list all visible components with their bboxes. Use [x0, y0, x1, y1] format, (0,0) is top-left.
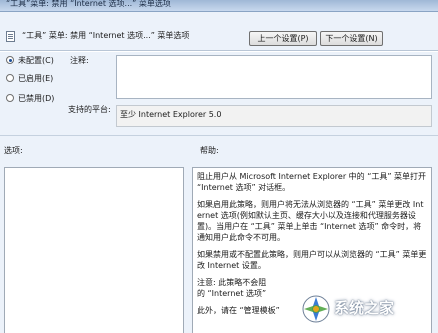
help-label: 帮助:	[200, 146, 219, 155]
options-label: 选项:	[4, 146, 23, 155]
help-paragraph: 如果启用此策略，则用户将无法从浏览器的 “工具” 菜单更改 Internet 选…	[197, 200, 424, 242]
help-paragraph: 阻止用户从 Microsoft Internet Explorer 中的 “工具…	[197, 172, 427, 192]
policy-title: “工具” 菜单: 禁用 “Internet 选项...” 菜单选项	[22, 31, 190, 40]
comment-textarea[interactable]	[116, 55, 432, 99]
next-setting-button[interactable]: 下一个设置(N)	[320, 31, 383, 46]
previous-setting-button[interactable]: 上一个设置(P)	[249, 31, 317, 46]
section-divider	[0, 135, 438, 136]
watermark-text: 系统之家	[334, 299, 395, 317]
radio-enabled-circle[interactable]	[6, 74, 14, 82]
radio-not-configured-circle[interactable]	[6, 56, 14, 64]
radio-disabled-label[interactable]: 已禁用(D)	[18, 93, 54, 104]
options-pane[interactable]	[4, 167, 184, 333]
watermark-logo-icon	[302, 295, 330, 323]
comment-label: 注释:	[70, 56, 89, 65]
radio-enabled-label[interactable]: 已启用(E)	[18, 73, 53, 84]
radio-not-configured-label[interactable]: 未配置(C)	[18, 55, 54, 66]
header-divider	[0, 50, 438, 52]
window-title: “工具”菜单: 禁用 “Internet 选项...” 菜单选项	[6, 0, 171, 8]
help-paragraph: 注意: 此策略不会阻	[197, 278, 267, 287]
radio-disabled-circle[interactable]	[6, 94, 14, 102]
site-watermark: 系统之家	[301, 292, 435, 328]
title-bar: “工具”菜单: 禁用 “Internet 选项...” 菜单选项	[0, 0, 438, 12]
supported-platforms-value: 至少 Internet Explorer 5.0	[116, 105, 432, 127]
help-paragraph: 如果禁用或不配置此策略，则用户可以从浏览器的 “工具” 菜单更改 Interne…	[197, 250, 427, 270]
supported-platforms-label: 支持的平台:	[68, 105, 111, 114]
policy-setting-icon	[6, 31, 15, 42]
